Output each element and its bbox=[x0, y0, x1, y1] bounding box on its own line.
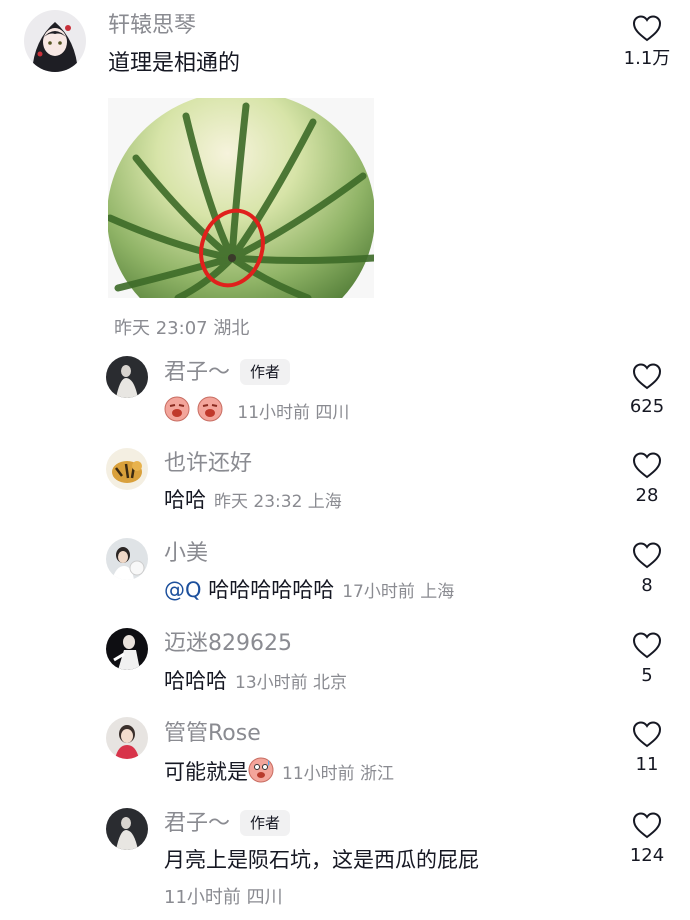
avatar[interactable] bbox=[106, 448, 148, 490]
like-count: 625 bbox=[629, 396, 665, 417]
reply-text: 11小时前 四川 bbox=[164, 396, 349, 427]
heart-icon bbox=[632, 721, 662, 748]
heart-icon bbox=[632, 542, 662, 569]
like-button[interactable]: 11 bbox=[607, 720, 687, 776]
avatar[interactable] bbox=[106, 717, 148, 759]
comment-time-location: 昨天 23:07 湖北 bbox=[114, 318, 250, 339]
reply-time-location: 11小时前 四川 bbox=[164, 887, 283, 908]
reply-time-location: 11小时前 浙江 bbox=[282, 764, 395, 784]
like-button[interactable]: 8 bbox=[607, 541, 687, 597]
avatar[interactable] bbox=[106, 538, 148, 580]
avatar[interactable] bbox=[24, 10, 86, 72]
like-button[interactable]: 28 bbox=[607, 451, 687, 507]
reply-text: 可能就是 11小时前 浙江 bbox=[164, 757, 394, 788]
author-badge: 作者 bbox=[240, 810, 291, 836]
like-button[interactable]: 1.1万 bbox=[607, 14, 687, 70]
reply-username[interactable]: 君子～ 作者 bbox=[164, 359, 291, 387]
like-count: 5 bbox=[641, 665, 653, 686]
comment-username[interactable]: 轩辕思琴 bbox=[108, 12, 196, 40]
author-badge: 作者 bbox=[240, 359, 291, 385]
crying-emoji-icon bbox=[197, 396, 223, 422]
reply-username[interactable]: 管管Rose bbox=[164, 720, 261, 748]
like-button[interactable]: 625 bbox=[607, 362, 687, 418]
reply-text: @Q 哈哈哈哈哈哈 17小时前 上海 bbox=[164, 578, 455, 602]
reply-username[interactable]: 小美 bbox=[164, 540, 208, 568]
shocked-emoji-icon bbox=[248, 757, 274, 783]
comment-image[interactable] bbox=[108, 98, 374, 298]
heart-icon bbox=[632, 632, 662, 659]
reply-username[interactable]: 君子～ 作者 bbox=[164, 810, 291, 838]
like-count: 11 bbox=[635, 754, 659, 775]
like-count: 8 bbox=[641, 575, 653, 596]
reply-time-location: 13小时前 北京 bbox=[235, 673, 348, 693]
crying-emoji-icon bbox=[164, 396, 190, 422]
like-count: 124 bbox=[629, 845, 665, 866]
reply-username[interactable]: 迈迷829625 bbox=[164, 630, 292, 658]
avatar[interactable] bbox=[106, 356, 148, 398]
avatar[interactable] bbox=[106, 628, 148, 670]
reply-text: 哈哈 昨天 23:32 上海 bbox=[164, 488, 342, 512]
like-count: 28 bbox=[635, 485, 659, 506]
like-button[interactable]: 5 bbox=[607, 631, 687, 687]
reply-text: 月亮上是陨石坑，这是西瓜的屁屁 bbox=[164, 848, 479, 872]
like-button[interactable]: 124 bbox=[607, 811, 687, 867]
reply-username[interactable]: 也许还好 bbox=[164, 450, 252, 478]
reply-time-location: 11小时前 四川 bbox=[237, 403, 350, 423]
heart-icon bbox=[632, 363, 662, 390]
reply-time-location: 17小时前 上海 bbox=[342, 582, 455, 602]
heart-icon bbox=[632, 812, 662, 839]
like-count: 1.1万 bbox=[623, 48, 671, 69]
avatar[interactable] bbox=[106, 808, 148, 850]
mention-link[interactable]: @Q bbox=[164, 578, 202, 602]
reply-text: 哈哈哈 13小时前 北京 bbox=[164, 669, 348, 693]
heart-icon bbox=[632, 452, 662, 479]
reply-time-location: 昨天 23:32 上海 bbox=[214, 492, 342, 512]
heart-icon bbox=[632, 15, 662, 42]
comment-text: 道理是相通的 bbox=[108, 51, 241, 76]
